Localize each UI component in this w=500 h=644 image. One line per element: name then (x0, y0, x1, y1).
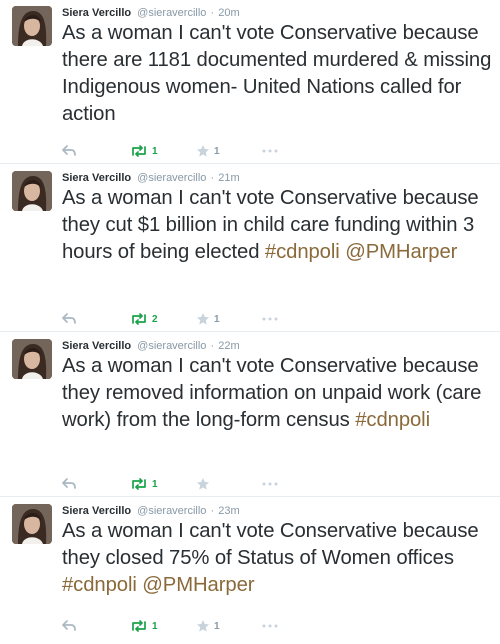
mention-link[interactable]: @PMHarper (142, 574, 254, 596)
retweet-count: 1 (152, 620, 158, 632)
star-icon (197, 620, 209, 632)
tweet-time[interactable]: 22m (218, 340, 239, 352)
retweet-icon (132, 620, 146, 632)
separator-dot: · (210, 340, 215, 352)
tweet-body: As a woman I can't vote Conservative bec… (62, 520, 479, 569)
tweet-text: As a woman I can't vote Conservative bec… (62, 518, 492, 599)
reply-button[interactable] (62, 311, 76, 327)
more-icon (262, 149, 278, 153)
more-button[interactable] (262, 618, 278, 634)
favorite-count: 1 (214, 620, 220, 632)
tweet-body: As a woman I can't vote Conservative bec… (62, 22, 492, 125)
tweet-header: Siera Vercillo @sieravercillo · 23m (62, 504, 240, 518)
mention-link[interactable]: @PMHarper (345, 241, 457, 263)
author-name[interactable]: Siera Vercillo (62, 172, 131, 184)
more-button[interactable] (262, 476, 278, 492)
author-handle[interactable]: @sieravercillo (137, 340, 206, 352)
more-icon (262, 317, 278, 321)
more-icon (262, 482, 278, 486)
author-handle[interactable]: @sieravercillo (137, 505, 206, 517)
retweet-count: 1 (152, 478, 158, 490)
tweet-time[interactable]: 20m (218, 7, 239, 19)
reply-icon (62, 145, 76, 156)
tweet-text: As a woman I can't vote Conservative bec… (62, 185, 492, 266)
separator-dot: · (210, 172, 215, 184)
retweet-icon (132, 145, 146, 157)
reply-button[interactable] (62, 618, 76, 634)
reply-icon (62, 620, 76, 631)
reply-icon (62, 478, 76, 489)
avatar-image (12, 6, 52, 46)
tweet-card[interactable]: Siera Vercillo @sieravercillo · 21m As a… (0, 165, 500, 332)
author-handle[interactable]: @sieravercillo (137, 172, 206, 184)
reply-button[interactable] (62, 143, 76, 159)
avatar[interactable] (12, 6, 52, 46)
favorite-count: 1 (214, 145, 220, 157)
avatar[interactable] (12, 504, 52, 544)
retweet-button[interactable]: 1 (130, 143, 158, 159)
hashtag-link[interactable]: #cdnpoli (355, 409, 430, 431)
more-icon (262, 624, 278, 628)
tweet-header: Siera Vercillo @sieravercillo · 22m (62, 339, 240, 353)
retweet-button[interactable]: 1 (130, 476, 158, 492)
retweet-button[interactable]: 2 (130, 311, 158, 327)
avatar-image (12, 339, 52, 379)
retweet-count: 1 (152, 145, 158, 157)
timeline: Siera Vercillo @sieravercillo · 20m As a… (0, 0, 500, 644)
tweet-header: Siera Vercillo @sieravercillo · 21m (62, 171, 240, 185)
separator-dot: · (210, 7, 215, 19)
avatar-image (12, 171, 52, 211)
tweet-time[interactable]: 23m (218, 505, 239, 517)
favorite-button[interactable]: 1 (196, 143, 220, 159)
favorite-count: 1 (214, 313, 220, 325)
more-button[interactable] (262, 311, 278, 327)
avatar[interactable] (12, 171, 52, 211)
tweet-time[interactable]: 21m (218, 172, 239, 184)
avatar-image (12, 504, 52, 544)
hashtag-link[interactable]: #cdnpoli (265, 241, 340, 263)
author-name[interactable]: Siera Vercillo (62, 505, 131, 517)
tweet-card[interactable]: Siera Vercillo @sieravercillo · 20m As a… (0, 0, 500, 164)
retweet-icon (132, 313, 146, 325)
reply-button[interactable] (62, 476, 76, 492)
star-icon (197, 313, 209, 325)
retweet-button[interactable]: 1 (130, 618, 158, 634)
hashtag-link[interactable]: #cdnpoli (62, 574, 137, 596)
tweet-header: Siera Vercillo @sieravercillo · 20m (62, 6, 240, 20)
reply-icon (62, 313, 76, 324)
separator-dot: · (210, 505, 215, 517)
tweet-card[interactable]: Siera Vercillo @sieravercillo · 23m As a… (0, 498, 500, 644)
star-icon (197, 145, 209, 157)
favorite-button[interactable]: 1 (196, 618, 220, 634)
author-name[interactable]: Siera Vercillo (62, 340, 131, 352)
avatar[interactable] (12, 339, 52, 379)
retweet-count: 2 (152, 313, 158, 325)
retweet-icon (132, 478, 146, 490)
more-button[interactable] (262, 143, 278, 159)
favorite-button[interactable]: 1 (196, 311, 220, 327)
tweet-text: As a woman I can't vote Conservative bec… (62, 20, 492, 128)
tweet-text: As a woman I can't vote Conservative bec… (62, 353, 492, 434)
author-handle[interactable]: @sieravercillo (137, 7, 206, 19)
tweet-card[interactable]: Siera Vercillo @sieravercillo · 22m As a… (0, 333, 500, 497)
star-icon (197, 478, 209, 490)
favorite-button[interactable] (196, 476, 214, 492)
author-name[interactable]: Siera Vercillo (62, 7, 131, 19)
